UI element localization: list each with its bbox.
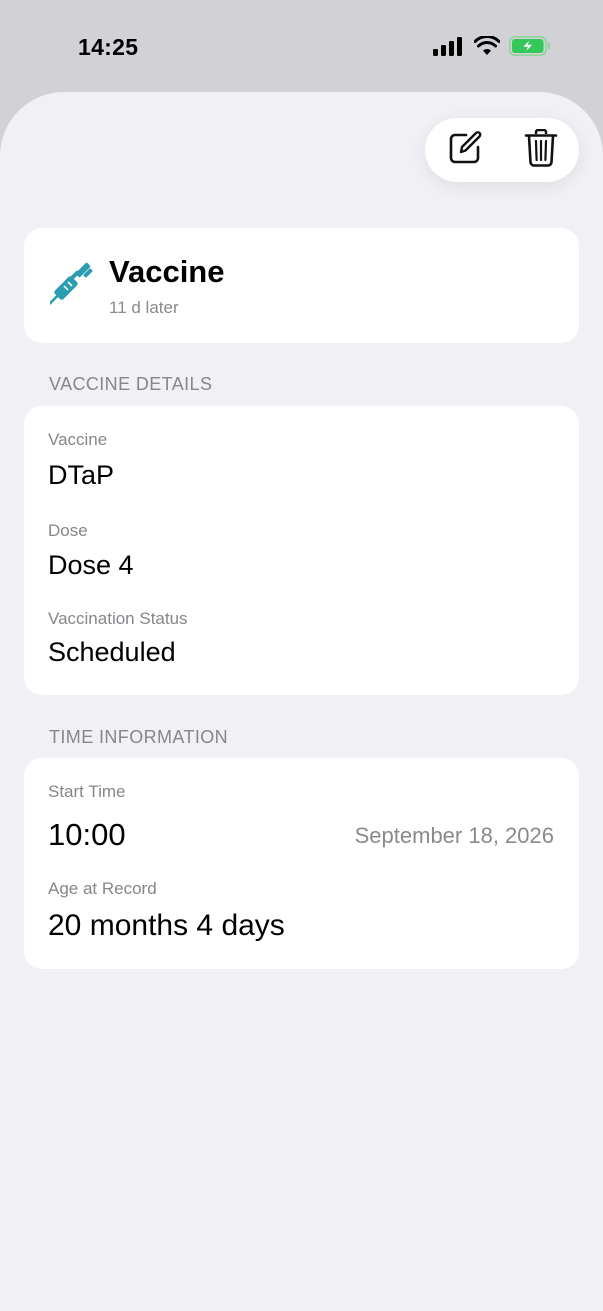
status-icons bbox=[433, 35, 551, 61]
vaccine-label: Vaccine bbox=[48, 430, 108, 449]
record-title: Vaccine bbox=[109, 254, 225, 289]
delete-button[interactable] bbox=[521, 128, 561, 172]
action-toolbar bbox=[425, 118, 579, 182]
signal-icon bbox=[433, 36, 465, 61]
battery-charging-icon bbox=[509, 36, 551, 61]
status-time: 14:25 bbox=[78, 34, 139, 60]
age-at-record-value: 20 months 4 days bbox=[48, 909, 285, 942]
record-header-card bbox=[24, 228, 579, 343]
start-time-label: Start Time bbox=[48, 782, 126, 801]
start-time-value: 10:00 bbox=[48, 817, 126, 852]
vaccine-value: DTaP bbox=[48, 460, 115, 490]
section-title-time-information: TIME INFORMATION bbox=[49, 727, 229, 747]
syringe-icon bbox=[48, 262, 94, 306]
edit-icon bbox=[447, 130, 483, 171]
trash-icon bbox=[524, 128, 558, 172]
dose-label: Dose bbox=[48, 521, 88, 540]
edit-button[interactable] bbox=[445, 130, 485, 170]
vaccination-status-label: Vaccination Status bbox=[48, 609, 188, 628]
age-at-record-label: Age at Record bbox=[48, 879, 157, 898]
wifi-icon bbox=[473, 35, 501, 61]
start-date-value: September 18, 2026 bbox=[354, 823, 554, 848]
section-title-vaccine-details: VACCINE DETAILS bbox=[49, 374, 213, 394]
record-relative-time: 11 d later bbox=[109, 298, 179, 317]
status-bar: 14:25 bbox=[0, 0, 603, 92]
dose-value: Dose 4 bbox=[48, 550, 134, 580]
vaccination-status-value: Scheduled bbox=[48, 637, 176, 667]
